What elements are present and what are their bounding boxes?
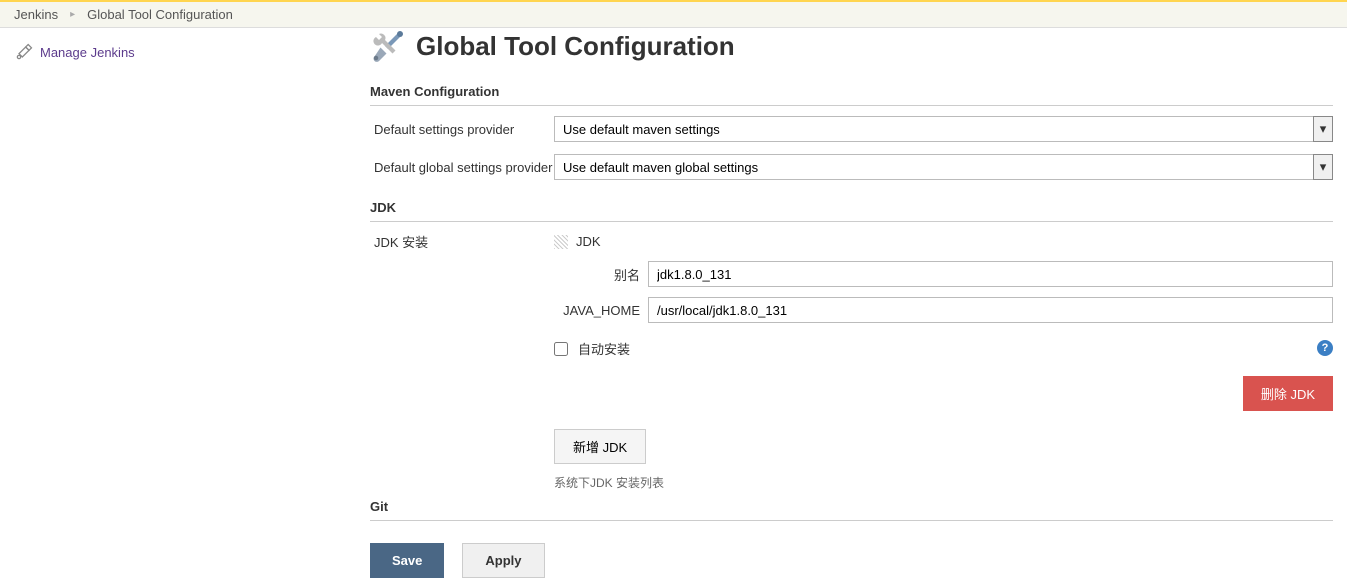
tools-icon [14, 42, 34, 62]
jdk-install-label: JDK 安装 [370, 232, 554, 491]
page-header: Global Tool Configuration [370, 28, 1333, 64]
git-heading: Git [370, 491, 1333, 521]
sidebar-manage-label: Manage Jenkins [40, 45, 135, 60]
default-settings-select[interactable]: Use default maven settings [554, 116, 1333, 142]
save-button[interactable]: Save [370, 543, 444, 578]
jdk-list-desc: 系统下JDK 安装列表 [554, 474, 1333, 491]
maven-heading: Maven Configuration [370, 76, 1333, 106]
auto-install-label: 自动安装 [578, 339, 630, 358]
button-bar: Save Apply [370, 537, 1333, 584]
breadcrumb-root[interactable]: Jenkins [14, 7, 58, 22]
delete-jdk-button[interactable]: 删除 JDK [1243, 376, 1333, 411]
jdk-heading: JDK [370, 192, 1333, 222]
chevron-right-icon: ▸ [70, 9, 75, 20]
breadcrumb-current[interactable]: Global Tool Configuration [87, 7, 233, 22]
jdk-alias-input[interactable] [648, 261, 1333, 287]
breadcrumb: Jenkins ▸ Global Tool Configuration [0, 0, 1347, 28]
jdk-alias-label: 别名 [554, 265, 648, 284]
jdk-block-title: JDK [576, 234, 601, 249]
global-settings-label: Default global settings provider [370, 160, 554, 175]
help-icon[interactable]: ? [1317, 340, 1333, 356]
sidebar-manage-jenkins[interactable]: Manage Jenkins [14, 38, 370, 66]
wrench-screwdriver-icon [370, 28, 406, 64]
sidebar: Manage Jenkins [0, 28, 370, 584]
auto-install-checkbox[interactable] [554, 342, 568, 356]
default-settings-label: Default settings provider [370, 122, 554, 137]
global-settings-select[interactable]: Use default maven global settings [554, 154, 1333, 180]
add-jdk-button[interactable]: 新增 JDK [554, 429, 646, 464]
apply-button[interactable]: Apply [462, 543, 544, 578]
drag-handle-icon[interactable] [554, 235, 568, 249]
java-home-label: JAVA_HOME [554, 303, 648, 318]
java-home-input[interactable] [648, 297, 1333, 323]
page-title: Global Tool Configuration [416, 31, 735, 62]
main-content: Global Tool Configuration Maven Configur… [370, 28, 1347, 584]
